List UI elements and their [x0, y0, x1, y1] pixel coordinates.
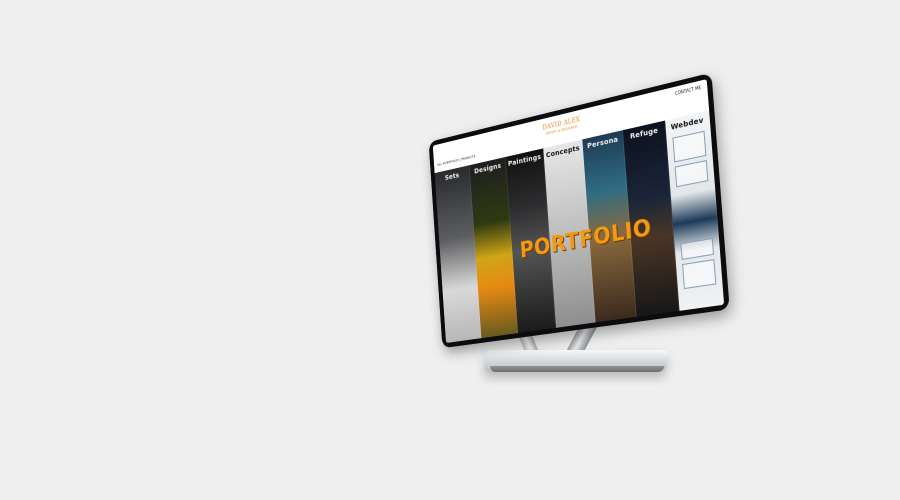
monitor-base-edge — [489, 366, 665, 372]
webdev-thumbnail — [680, 237, 715, 260]
monitor: ALL PORTFOLIO | PROJECTS DAVID ALEX ARTI… — [428, 72, 730, 349]
webdev-thumbnail — [674, 160, 709, 188]
category-label: Sets — [444, 171, 460, 183]
webdev-thumbnail — [672, 130, 707, 163]
category-label: Persona — [586, 135, 619, 151]
category-label: Refuge — [629, 126, 659, 141]
category-label: Paintings — [507, 152, 542, 168]
category-label: Concepts — [545, 144, 580, 160]
monitor-wrapper: ALL PORTFOLIO | PROJECTS DAVID ALEX ARTI… — [400, 60, 730, 349]
webdev-thumbnail — [682, 258, 717, 290]
category-label: Designs — [473, 161, 502, 176]
stage: ALL PORTFOLIO | PROJECTS DAVID ALEX ARTI… — [0, 0, 900, 500]
monitor-screen: ALL PORTFOLIO | PROJECTS DAVID ALEX ARTI… — [432, 79, 725, 343]
